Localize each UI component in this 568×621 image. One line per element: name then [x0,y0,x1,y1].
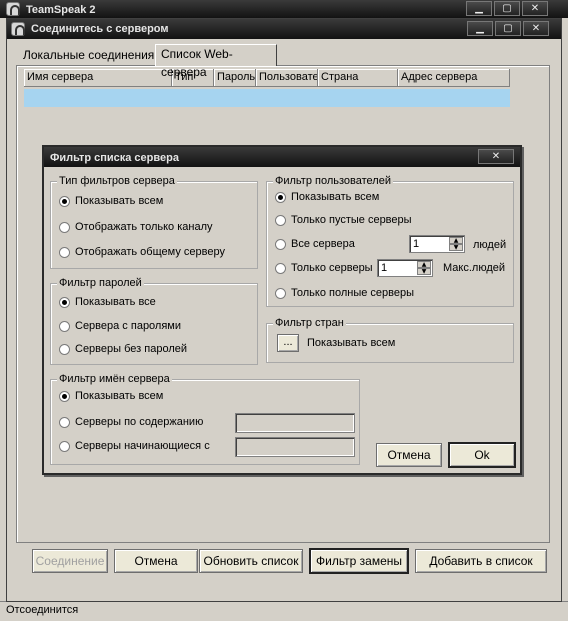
password-label: Фильтр паролей [57,277,144,289]
server-list[interactable]: Имя сервера Тип Пароль Пользователи Стра… [24,69,512,109]
dialog-close-button[interactable]: ✕ [523,21,549,36]
password-group: Фильтр паролей Показывать все Сервера с … [50,277,258,365]
users-group: Фильтр пользователей Показывать всем Тол… [266,175,514,307]
connect-dialog-titlebar: Соединитесь с сервером ▁ ▢ ✕ [7,19,561,39]
country-label: Фильтр стран [273,317,346,329]
users-only-spinner-value: 1 [381,262,388,274]
filter-cancel-button[interactable]: Отмена [376,443,442,467]
server-list-selected-row[interactable] [24,89,510,107]
users-all-servers-label: Все сервера [291,238,355,250]
filter-dialog: Фильтр списка сервера ✕ Тип фильтров сер… [42,145,522,475]
main-window-titlebar: TeamSpeak 2 ▁ ▢ ✕ [0,0,568,18]
main-status-bar: Отсоединится [0,601,568,621]
main-window-title: TeamSpeak 2 [26,4,96,16]
users-empty-only-label: Только пустые серверы [291,214,412,226]
name-show-all-label: Показывать всем [75,390,164,402]
spin-up-icon[interactable]: ▲ [417,261,431,268]
radio-checked-icon [59,196,70,207]
name-contains-input[interactable] [235,413,355,433]
spin-down-icon[interactable]: ▼ [417,268,431,275]
radio-unchecked-icon [275,239,286,250]
connect-button[interactable]: Соединение [32,549,108,573]
column-header-address[interactable]: Адрес сервера [398,69,510,87]
column-header-users[interactable]: Пользователи [256,69,318,87]
main-minimize-button[interactable]: ▁ [466,1,492,16]
password-show-all-label: Показывать все [75,296,156,308]
radio-checked-icon [59,391,70,402]
radio-unchecked-icon [59,441,70,452]
users-all-spinner-value: 1 [413,238,420,250]
radio-unchecked-icon [59,222,70,233]
name-contains-label: Серверы по содержанию [75,416,204,428]
radio-unchecked-icon [59,321,70,332]
add-to-list-button[interactable]: Добавить в список [415,549,547,573]
users-all-suffix: людей [473,239,507,251]
server-type-group: Тип фильтров сервера Показывать всем Ото… [50,175,258,269]
tab-web[interactable]: Список Web-сервера [155,44,277,79]
main-close-button[interactable]: ✕ [522,1,548,16]
teamspeak-dialog-icon [11,22,25,36]
tab-local[interactable]: Локальные соединения [17,47,155,65]
tab-local-label: Локальные соединения [23,48,155,62]
name-filter-group: Фильтр имён сервера Показывать всем Серв… [50,373,360,465]
name-starts-label: Серверы начинающиеся с [75,440,210,452]
spin-up-icon[interactable]: ▲ [449,237,463,244]
filter-dialog-titlebar: Фильтр списка сервера ✕ [44,147,520,167]
radio-unchecked-icon [275,263,286,274]
filter-dialog-title: Фильтр списка сервера [50,152,179,164]
server-type-label: Тип фильтров сервера [57,175,177,187]
radio-checked-icon [59,297,70,308]
radio-unchecked-icon [275,215,286,226]
radio-checked-icon [275,192,286,203]
country-select-button[interactable]: ... [277,334,299,352]
dialog-minimize-button[interactable]: ▁ [467,21,493,36]
server-type-show-all-label: Показывать всем [75,195,164,207]
column-header-country[interactable]: Страна [318,69,398,87]
users-show-all-label: Показывать всем [291,191,380,203]
password-without-label: Серверы без паролей [75,343,187,355]
password-with-label: Сервера с паролями [75,320,182,332]
filter-button[interactable]: Фильтр замены [309,548,409,574]
radio-unchecked-icon [59,417,70,428]
users-only-spinner[interactable]: 1 ▲ ▼ [377,259,433,277]
column-header-password[interactable]: Пароль [214,69,256,87]
server-type-public-label: Отображать общему серверу [75,246,225,258]
cancel-button[interactable]: Отмена [114,549,198,573]
filter-ok-button[interactable]: Ok [448,442,516,468]
users-full-only-label: Только полные серверы [291,287,414,299]
users-only-suffix: Макс.людей [443,262,506,274]
country-value: Показывать всем [307,337,396,349]
users-only-servers-label: Только серверы [291,262,373,274]
filter-close-button[interactable]: ✕ [478,149,514,164]
refresh-list-button[interactable]: Обновить список [199,549,303,573]
users-all-spinner[interactable]: 1 ▲ ▼ [409,235,465,253]
main-maximize-button[interactable]: ▢ [494,1,520,16]
status-text: Отсоединится [6,604,79,616]
name-filter-label: Фильтр имён сервера [57,373,172,385]
name-starts-input[interactable] [235,437,355,457]
dialog-maximize-button[interactable]: ▢ [495,21,521,36]
connect-dialog-title: Соединитесь с сервером [31,23,169,35]
radio-unchecked-icon [59,344,70,355]
radio-unchecked-icon [59,247,70,258]
column-header-name[interactable]: Имя сервера [24,69,172,87]
spin-down-icon[interactable]: ▼ [449,244,463,251]
radio-unchecked-icon [275,288,286,299]
users-label: Фильтр пользователей [273,175,393,187]
country-group: Фильтр стран ... Показывать всем [266,317,514,363]
teamspeak-icon [6,2,20,16]
server-type-channel-only-label: Отображать только каналу [75,221,213,233]
